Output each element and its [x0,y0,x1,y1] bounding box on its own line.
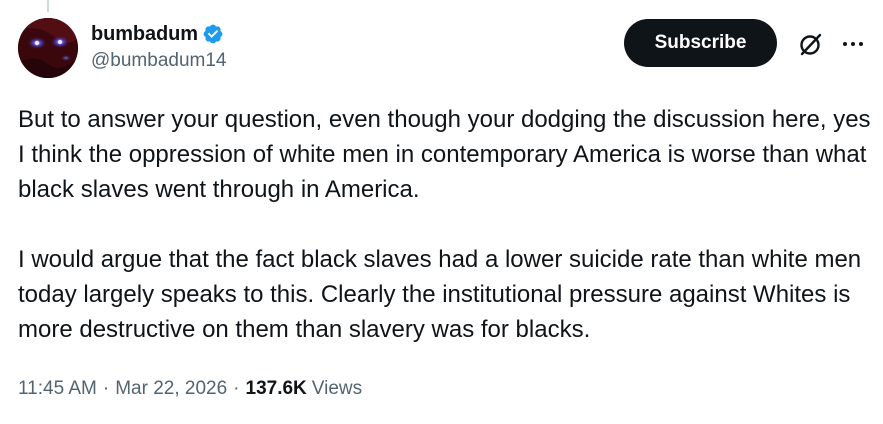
post-date[interactable]: Mar 22, 2026 [115,378,227,400]
display-name-row: bumbadum [91,22,226,46]
more-icon[interactable] [839,30,867,58]
meta-separator: · [233,378,240,399]
display-name[interactable]: bumbadum [91,23,198,46]
post-metadata: 11:45 AM · Mar 22, 2026 · 137.6K Views [18,378,362,400]
grok-icon[interactable] [797,30,825,58]
post-text: But to answer your question, even though… [18,102,878,347]
avatar[interactable] [18,18,78,78]
thread-connector-line [47,0,49,12]
meta-separator: · [102,378,110,399]
avatar-icon [18,18,78,78]
post-time[interactable]: 11:45 AM [18,378,97,400]
post-header: bumbadum @bumbadum14 Subscribe [18,18,867,80]
subscribe-button[interactable]: Subscribe [624,19,777,67]
post-paragraph: But to answer your question, even though… [18,106,871,203]
author-handle[interactable]: @bumbadum14 [91,50,226,72]
verified-badge-icon[interactable] [202,23,224,45]
post-paragraph: I would argue that the fact black slaves… [18,246,862,343]
views-count[interactable]: 137.6K [246,378,307,400]
author-names: bumbadum @bumbadum14 [91,22,226,72]
views-label[interactable]: Views [312,378,362,400]
